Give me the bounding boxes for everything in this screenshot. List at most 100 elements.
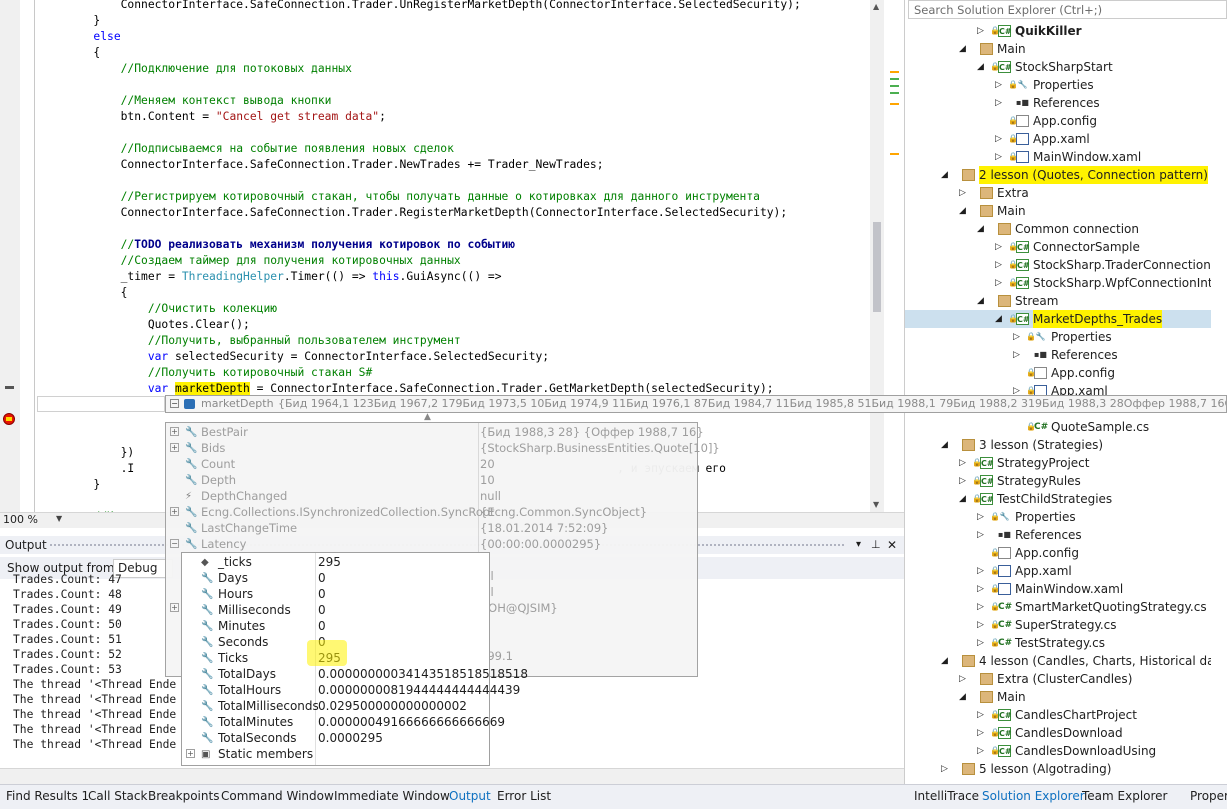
expand-arrow-icon[interactable]: ▷ <box>1013 328 1020 346</box>
tree-item[interactable]: ▷ 🔒 C# StrategyRules <box>905 472 1227 490</box>
expand-icon[interactable]: + <box>170 507 179 516</box>
tab-team-explorer[interactable]: Team Explorer <box>1082 788 1168 804</box>
tree-item[interactable]: ◢ 🔒 C# StockSharpStart <box>905 58 1227 76</box>
collapse-arrow-icon[interactable]: ◢ <box>959 40 966 58</box>
tree-item[interactable]: ▷ 🔒 C# StrategyProject <box>905 454 1227 472</box>
expand-icon[interactable]: + <box>170 443 179 452</box>
expand-arrow-icon[interactable]: ▷ <box>1013 346 1020 364</box>
tree-item[interactable]: 🔒 App.config <box>905 544 1227 562</box>
expand-arrow-icon[interactable]: ▷ <box>977 634 984 652</box>
latency-row[interactable]: 🔧 TotalMilliseconds 0.029500000000000002 <box>182 698 489 714</box>
panel-menu-icon[interactable]: ▾ <box>856 536 861 554</box>
code-line[interactable]: //TODO реализовать механизм получения ко… <box>39 237 515 253</box>
zoom-dropdown-icon[interactable]: ▼ <box>56 514 62 523</box>
tree-item[interactable]: ◢ Main <box>905 688 1227 706</box>
latency-row[interactable]: + ▣ Static members <box>182 746 489 762</box>
expand-arrow-icon[interactable]: ▷ <box>995 94 1002 112</box>
tree-item[interactable]: ▷ 🔒 C# ConnectorSample <box>905 238 1227 256</box>
latency-row[interactable]: 🔧 TotalSeconds 0.0000295 <box>182 730 489 746</box>
datatip-row[interactable]: + 🔧 Bids {StockSharp.BusinessEntities.Quote… <box>166 440 720 456</box>
datatip-row[interactable]: 🔧 LastChangeTime {18.01.2014 7:52:09} <box>166 520 697 536</box>
tree-item[interactable]: ◢ Main <box>905 202 1227 220</box>
tab-output[interactable]: Output <box>449 788 491 804</box>
tree-item[interactable]: ▷ 🔒 C# CandlesDownload <box>905 724 1227 742</box>
expand-arrow-icon[interactable]: ▷ <box>977 706 984 724</box>
tree-item[interactable]: ▷ 🔒 App.xaml <box>905 130 1227 148</box>
code-line[interactable]: //Создаем таймер для получения котировоч… <box>39 253 461 269</box>
datatip-row[interactable]: + 🔧 Ecng.Collections.ISynchronizedCollecti… <box>166 504 697 520</box>
latency-row[interactable]: 🔧 TotalMinutes 0.00000049166666666666669 <box>182 714 505 730</box>
code-line[interactable]: ConnectorInterface.SafeConnection.Trader… <box>39 205 788 221</box>
expand-arrow-icon[interactable]: ▷ <box>995 148 1002 166</box>
scroll-down-arrow-icon[interactable]: ▼ <box>873 500 879 509</box>
tree-item[interactable]: ▷ 🔒 C# QuikKiller <box>905 22 1227 40</box>
expand-arrow-icon[interactable]: ▷ <box>995 256 1002 274</box>
datatip-row[interactable]: + 🔧 BestPair {Бид 1988,3 28} {Оффер 1988,7 … <box>166 424 704 440</box>
expand-arrow-icon[interactable]: ▷ <box>977 724 984 742</box>
collapse-arrow-icon[interactable]: ◢ <box>941 652 948 670</box>
tree-item[interactable]: ◢ Stream <box>905 292 1227 310</box>
tree-item[interactable]: ▷ 🔒 C# TestStrategy.cs <box>905 634 1227 652</box>
expand-arrow-icon[interactable]: ▷ <box>977 598 984 616</box>
code-line[interactable]: { <box>39 285 128 301</box>
expand-arrow-icon[interactable]: ▷ <box>995 238 1002 256</box>
expand-arrow-icon[interactable]: ▷ <box>995 76 1002 94</box>
tree-item[interactable]: 🔒 C# QuoteSample.cs <box>905 418 1227 436</box>
tree-item[interactable]: ▷ 5 lesson (Algotrading) <box>905 760 1227 778</box>
code-line[interactable]: _timer = ThreadingHelper.Timer(() => thi… <box>39 269 502 285</box>
code-line[interactable]: //Меняем контекст вывода кнопки <box>39 93 332 109</box>
expand-icon[interactable]: + <box>170 427 179 436</box>
scroll-up-arrow-icon[interactable]: ▲ <box>873 2 879 11</box>
expand-arrow-icon[interactable]: ▷ <box>959 472 966 490</box>
tree-item[interactable]: ▷ 🔒 🔧 Properties <box>905 328 1227 346</box>
tree-item[interactable]: ◢ 3 lesson (Strategies) <box>905 436 1227 454</box>
latency-row[interactable]: 🔧 Hours 0 <box>182 586 489 602</box>
latency-row[interactable]: 🔧 Minutes 0 <box>182 618 489 634</box>
expand-arrow-icon[interactable]: ▷ <box>959 670 966 688</box>
datatip-row[interactable]: 🔧 Depth 10 <box>166 472 697 488</box>
expand-arrow-icon[interactable]: ▷ <box>977 742 984 760</box>
close-icon[interactable]: ✕ <box>887 536 897 554</box>
tree-item[interactable]: ◢ 🔒 C# TestChildStrategies <box>905 490 1227 508</box>
code-line[interactable]: //Регистрируем котировочный стакан, чтоб… <box>39 189 760 205</box>
tree-item[interactable]: ▷🔒C#StockSharp.WpfConnectionInterface <box>905 274 1227 292</box>
tree-item[interactable]: ◢ Main <box>905 40 1227 58</box>
tree-item[interactable]: ▷ 🔒 🔧 Properties <box>905 508 1227 526</box>
expand-arrow-icon[interactable]: ▷ <box>977 526 984 544</box>
expand-arrow-icon[interactable]: ▷ <box>995 274 1002 292</box>
code-line[interactable]: { <box>39 45 100 61</box>
tab-error-list[interactable]: Error List <box>497 788 551 804</box>
tab-find-results-1[interactable]: Find Results 1 <box>6 788 89 804</box>
tab-intellitrace[interactable]: IntelliTrace <box>914 788 979 804</box>
expand-arrow-icon[interactable]: ▷ <box>977 580 984 598</box>
datatip-marketdepth[interactable]: − marketDepth {Бид 1964,1 123Бид 1967,2 … <box>165 395 1227 413</box>
tree-item[interactable]: ▷ ▪■ References <box>905 94 1227 112</box>
collapse-arrow-icon[interactable]: ◢ <box>995 310 1002 328</box>
tab-call-stack[interactable]: Call Stack <box>88 788 147 804</box>
tab-breakpoints[interactable]: Breakpoints <box>148 788 219 804</box>
tree-item[interactable]: 🔒 App.config <box>905 112 1227 130</box>
tree-item[interactable]: ▷ 🔒 App.xaml <box>905 562 1227 580</box>
code-line[interactable]: //Получить котировочный стакан S# <box>39 365 372 381</box>
expand-arrow-icon[interactable]: ▷ <box>977 508 984 526</box>
tree-item[interactable]: ▷ 🔒 🔧 Properties <box>905 76 1227 94</box>
tree-item[interactable]: ▷ Extra <box>905 184 1227 202</box>
tab-immediate-window[interactable]: Immediate Window <box>334 788 450 804</box>
code-line[interactable]: } <box>39 13 100 29</box>
code-line[interactable]: btn.Content = "Cancel get stream data"; <box>39 109 386 125</box>
expand-arrow-icon[interactable]: ▷ <box>977 562 984 580</box>
code-line[interactable]: else <box>39 29 120 45</box>
tree-item[interactable]: ▷ 🔒 C# CandlesChartProject <box>905 706 1227 724</box>
latency-row[interactable]: 🔧 Days 0 <box>182 570 489 586</box>
expand-arrow-icon[interactable]: ▷ <box>959 184 966 202</box>
collapse-arrow-icon[interactable]: ◢ <box>977 292 984 310</box>
latency-row[interactable]: ◆ _ticks 295 <box>182 554 489 570</box>
code-line[interactable]: }) <box>39 445 135 461</box>
collapse-icon[interactable]: − <box>170 539 179 548</box>
tree-item[interactable]: ▷ 🔒 C# SuperStrategy.cs <box>905 616 1227 634</box>
code-line[interactable]: var selectedSecurity = ConnectorInterfac… <box>39 349 549 365</box>
tree-item[interactable]: ▷ 🔒 C# CandlesDownloadUsing <box>905 742 1227 760</box>
expand-icon[interactable]: + <box>170 603 179 612</box>
code-line[interactable]: Quotes.Clear(); <box>39 317 250 333</box>
code-line[interactable]: //Подключение для потоковых данных <box>39 61 352 77</box>
